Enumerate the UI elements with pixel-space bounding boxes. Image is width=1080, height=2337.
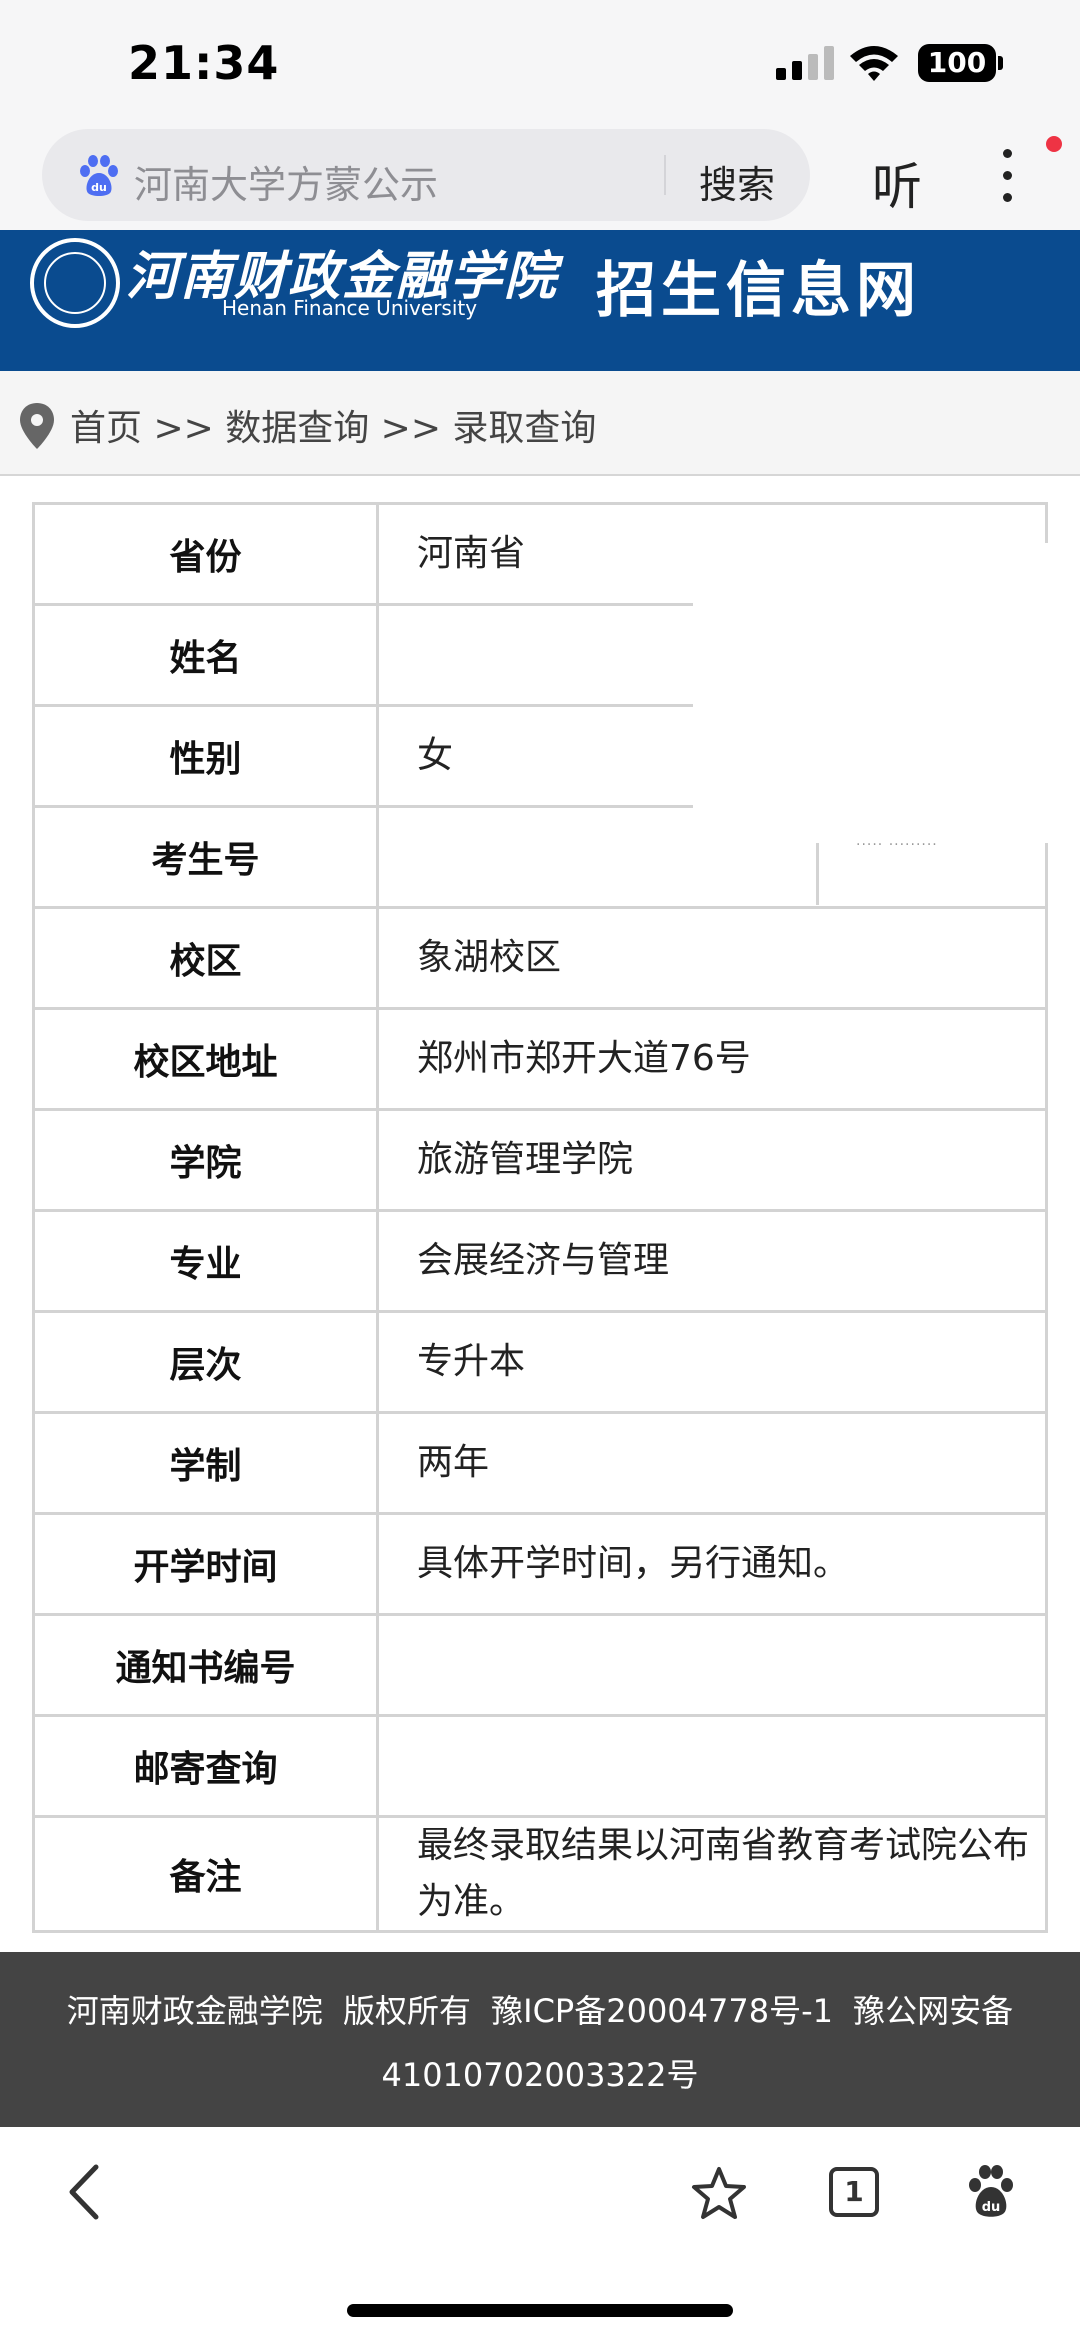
- field-value: 最终录取结果以河南省教育考试院公布为准。: [376, 1815, 1048, 1933]
- field-label: 开学时间: [32, 1512, 379, 1616]
- table-row: 学院 旅游管理学院: [32, 1108, 1048, 1212]
- wifi-icon: [850, 46, 898, 81]
- field-label: 姓名: [32, 603, 379, 707]
- table-row: 开学时间 具体开学时间，另行通知。: [32, 1512, 1048, 1616]
- field-label: 考生号: [32, 805, 379, 909]
- address-search-bar[interactable]: du 河南大学方蒙公示 搜索: [42, 129, 810, 221]
- field-label: 层次: [32, 1310, 379, 1414]
- field-value: 郑州市郑开大道76号: [376, 1007, 1048, 1111]
- field-value: 象湖校区: [376, 906, 1048, 1010]
- more-menu-icon[interactable]: [990, 147, 1024, 207]
- breadcrumb-path[interactable]: 首页 >> 数据查询 >> 录取查询: [70, 399, 596, 451]
- table-row: 专业 会展经济与管理: [32, 1209, 1048, 1313]
- table-column-divider: [816, 843, 819, 905]
- field-value: [376, 1714, 1048, 1818]
- tabs-count-button[interactable]: 1: [829, 2167, 879, 2217]
- search-button[interactable]: 搜索: [699, 154, 775, 209]
- svg-text:du: du: [91, 181, 107, 194]
- field-value: 具体开学时间，另行通知。: [376, 1512, 1048, 1616]
- site-footer: 河南财政金融学院 版权所有 豫ICP备20004778号-1 豫公网安备 410…: [0, 1952, 1080, 2127]
- field-label: 性别: [32, 704, 379, 808]
- browser-toolbar: du 河南大学方蒙公示 搜索 听: [0, 125, 1080, 230]
- site-subtitle: 招生信息网: [596, 256, 921, 326]
- site-header-banner[interactable]: 河南财政金融学院 Henan Finance University 招生信息网: [0, 230, 1080, 371]
- field-value: 旅游管理学院: [376, 1108, 1048, 1212]
- search-query-text[interactable]: 河南大学方蒙公示: [134, 154, 438, 209]
- field-label: 备注: [32, 1815, 379, 1933]
- field-value: 两年: [376, 1411, 1048, 1515]
- table-row: 通知书编号: [32, 1613, 1048, 1717]
- field-label: 学院: [32, 1108, 379, 1212]
- status-time: 21:34: [128, 36, 280, 90]
- field-value: [376, 1613, 1048, 1717]
- listen-button[interactable]: 听: [872, 147, 922, 219]
- field-label: 省份: [32, 502, 379, 606]
- field-value: 会展经济与管理: [376, 1209, 1048, 1313]
- browser-bottom-toolbar: 1 du: [0, 2127, 1080, 2337]
- table-row: 邮寄查询: [32, 1714, 1048, 1818]
- field-label: 邮寄查询: [32, 1714, 379, 1818]
- field-label: 学制: [32, 1411, 379, 1515]
- battery-indicator: 100: [918, 44, 1003, 82]
- university-seal-logo: [30, 238, 120, 328]
- back-arrow-icon[interactable]: [66, 2163, 102, 2221]
- table-row: 备注 最终录取结果以河南省教育考试院公布为准。: [32, 1815, 1048, 1933]
- cellular-signal-icon: [776, 46, 834, 80]
- school-name-english: Henan Finance University: [222, 296, 478, 320]
- field-value: 专升本: [376, 1310, 1048, 1414]
- field-label: 校区: [32, 906, 379, 1010]
- footer-record-number: 41010702003322号: [381, 2056, 699, 2094]
- bookmark-star-icon[interactable]: [690, 2165, 748, 2221]
- breadcrumb: 首页 >> 数据查询 >> 录取查询: [0, 371, 1080, 476]
- table-row: 层次 专升本: [32, 1310, 1048, 1414]
- table-row: 校区地址 郑州市郑开大道76号: [32, 1007, 1048, 1111]
- field-label: 专业: [32, 1209, 379, 1313]
- field-label: 校区地址: [32, 1007, 379, 1111]
- table-row: 学制 两年: [32, 1411, 1048, 1515]
- footer-copyright: 河南财政金融学院 版权所有 豫ICP备20004778号-1 豫公网安备: [66, 1992, 1014, 2030]
- redaction-overlay: [693, 543, 1080, 843]
- location-pin-icon: [20, 403, 54, 449]
- notification-dot: [1046, 136, 1062, 152]
- divider: [664, 155, 666, 195]
- faint-remnant-text: ····· ·········: [856, 837, 938, 853]
- field-label: 通知书编号: [32, 1613, 379, 1717]
- baidu-paw-icon: du: [80, 155, 118, 196]
- status-bar: 21:34 100: [0, 0, 1080, 125]
- baidu-home-icon[interactable]: du: [966, 2163, 1016, 2219]
- home-indicator: [347, 2304, 733, 2317]
- table-row: 校区 象湖校区: [32, 906, 1048, 1010]
- svg-text:du: du: [982, 2200, 1001, 2215]
